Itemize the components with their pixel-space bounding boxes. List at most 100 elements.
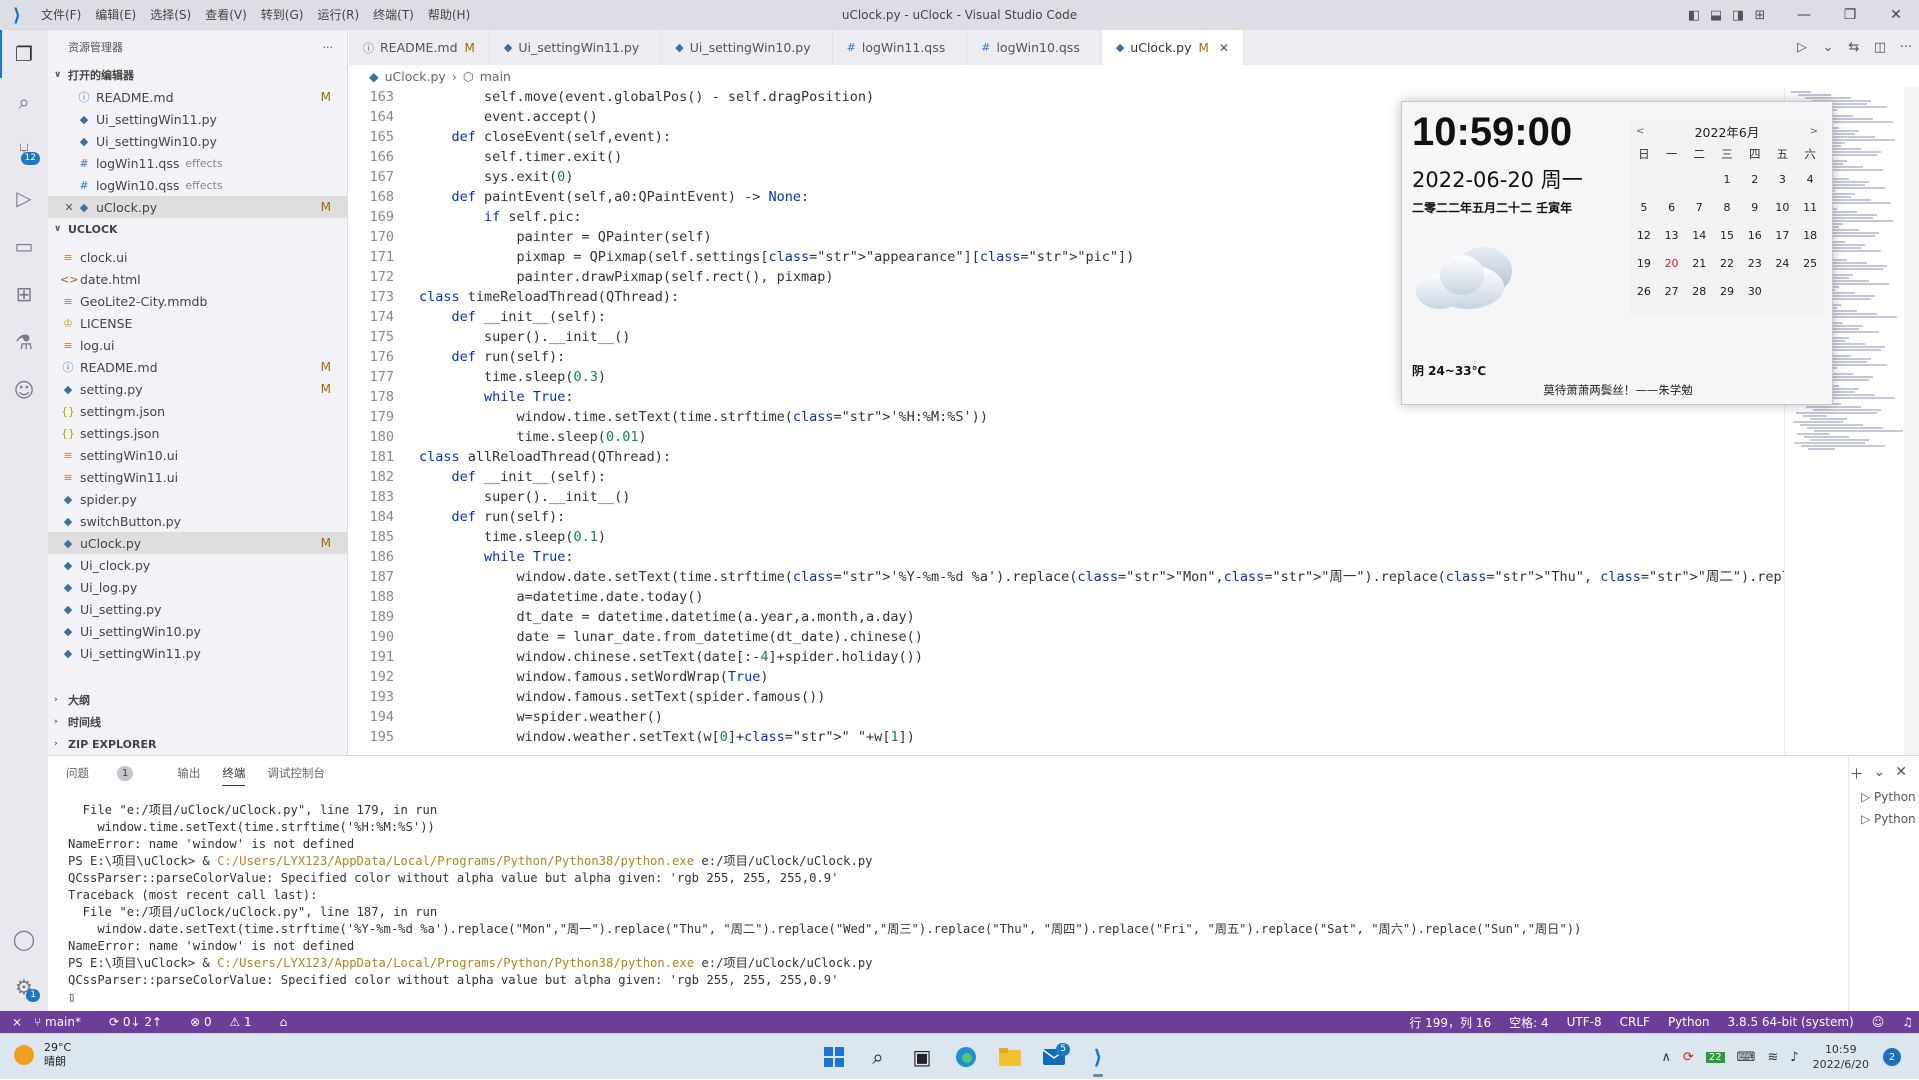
remote-explorer-icon[interactable]: ▭ [0, 222, 48, 270]
file-tree-item[interactable]: <> date.html [48, 268, 347, 290]
file-tree-item[interactable]: ◆ setting.py M [48, 378, 347, 400]
calendar-day[interactable]: 5 [1630, 194, 1658, 222]
open-editor-item[interactable]: ◆ Ui_settingWin11.py [48, 108, 347, 130]
run-file-icon[interactable]: ▷ [1789, 40, 1815, 55]
vscode-logo-icon[interactable]: ⟩ [0, 0, 34, 30]
code-line[interactable]: window.chinese.setText(date[:-4]+spider.… [419, 647, 1784, 667]
tray-badge-icon[interactable]: 22 [1705, 1051, 1725, 1063]
close-window-button[interactable]: ✕ [1873, 0, 1919, 30]
calendar-day[interactable]: 24 [1769, 250, 1797, 278]
toggle-panel-icon[interactable]: ⬓ [1705, 8, 1727, 23]
tab-terminal[interactable]: 终端 [222, 765, 246, 786]
open-editor-item[interactable]: ◆ Ui_settingWin10.py [48, 130, 347, 152]
calendar-day[interactable]: 30 [1741, 278, 1769, 306]
branch-status[interactable]: ⑂ main* [34, 1015, 95, 1029]
extensions-icon[interactable]: ⊞ [0, 270, 48, 318]
customize-layout-icon[interactable]: ⊞ [1749, 8, 1771, 23]
calendar-day[interactable]: 4 [1796, 166, 1824, 194]
manage-gear-icon[interactable]: ⚙ 1 [0, 963, 48, 1011]
open-editors-section[interactable]: ∨ 打开的编辑器 [48, 64, 347, 86]
file-tree-item[interactable]: ◆ Ui_clock.py [48, 554, 347, 576]
code-line[interactable]: class allReloadThread(QThread): [419, 447, 1784, 467]
menu-run[interactable]: 运行(R) [310, 0, 366, 30]
editor-tab[interactable]: ◆ uClock.py M ✕ [1101, 30, 1244, 65]
wifi-icon[interactable]: ≋ [1767, 1050, 1778, 1065]
terminal-item[interactable]: ▷ Python [1861, 812, 1916, 826]
split-editor-icon[interactable]: ◫ [1867, 40, 1893, 55]
code-line[interactable]: window.weather.setText(w[0]+class="str">… [419, 727, 1784, 747]
editor-scrollbar[interactable] [1904, 87, 1919, 755]
file-tree-item[interactable]: {} settings.json [48, 422, 347, 444]
explorer-more-icon[interactable]: ··· [323, 41, 334, 54]
menu-selection[interactable]: 选择(S) [143, 0, 198, 30]
tab-problems[interactable]: 问题 1 [66, 765, 155, 781]
file-tree-item[interactable]: ⓘ README.md M [48, 356, 347, 378]
indentation[interactable]: 空格: 4 [1509, 1014, 1549, 1031]
search-icon[interactable]: ⌕ [0, 78, 48, 126]
explorer-icon[interactable]: ❐ [0, 30, 48, 78]
uclock-window[interactable]: 10:59:00 2022-06-20 周一 二零二二年五月二十二 壬寅年 阴 … [1401, 101, 1833, 405]
editor-tab[interactable]: # logWin11.qss [833, 30, 968, 65]
notifications-bell-icon[interactable]: ♫ [1902, 1015, 1913, 1029]
file-tree-item[interactable]: ◆ switchButton.py [48, 510, 347, 532]
open-editor-item[interactable]: # logWin10.qss effects [48, 174, 347, 196]
cursor-position[interactable]: 行 199，列 16 [1409, 1014, 1491, 1031]
home-icon[interactable]: ⌂ [280, 1015, 288, 1029]
task-view-icon[interactable]: ▣ [900, 1034, 944, 1080]
run-debug-icon[interactable]: ▷ [0, 174, 48, 222]
file-tree-item[interactable]: ◆ uClock.py M [48, 532, 347, 554]
file-tree-item[interactable]: ≡ log.ui [48, 334, 347, 356]
volume-icon[interactable]: ♪ [1790, 1050, 1798, 1065]
code-line[interactable]: time.sleep(0.1) [419, 527, 1784, 547]
feedback-icon[interactable]: ☺ [1872, 1015, 1885, 1029]
code-line[interactable]: super().__init__() [419, 487, 1784, 507]
terminal-output[interactable]: File "e:/项目/uClock/uClock.py", line 179,… [68, 802, 1838, 1006]
code-line[interactable]: while True: [419, 547, 1784, 567]
close-tab-icon[interactable]: ✕ [1219, 41, 1229, 55]
calendar-day[interactable]: 10 [1769, 194, 1797, 222]
taskbar-clock[interactable]: 10:59 2022/6/20 [1813, 1042, 1869, 1072]
code-line[interactable]: window.date.setText(time.strftime(class=… [419, 567, 1784, 587]
file-tree-item[interactable]: ≡ settingWin11.ui [48, 466, 347, 488]
calendar-prev-button[interactable]: < [1636, 126, 1644, 137]
menu-edit[interactable]: 编辑(E) [88, 0, 143, 30]
account-icon[interactable]: ◯ [0, 915, 48, 963]
mail-icon[interactable]: 5 [1032, 1034, 1076, 1080]
language-mode[interactable]: Python [1668, 1015, 1710, 1029]
calendar-day[interactable]: 22 [1713, 250, 1741, 278]
sync-status[interactable]: ⟳ 0↓ 2↑ [109, 1015, 176, 1029]
run-dropdown-icon[interactable]: ⌄ [1815, 40, 1841, 55]
calendar-day[interactable]: 14 [1685, 222, 1713, 250]
file-tree-item[interactable]: ♔ LICENSE [48, 312, 347, 334]
code-line[interactable]: dt_date = datetime.datetime(a.year,a.mon… [419, 607, 1784, 627]
vscode-taskbar-icon[interactable]: ⟩ [1076, 1034, 1120, 1080]
folder-section[interactable]: ∨ UCLOCK [48, 218, 347, 240]
line-ending[interactable]: CRLF [1620, 1015, 1650, 1029]
calendar-day[interactable]: 6 [1658, 194, 1686, 222]
file-tree-item[interactable]: ◆ Ui_settingWin10.py [48, 620, 347, 642]
notification-badge[interactable]: 2 [1883, 1048, 1901, 1066]
calendar-day[interactable]: 16 [1741, 222, 1769, 250]
start-windows-icon[interactable] [812, 1034, 856, 1080]
calendar-day[interactable]: 3 [1769, 166, 1797, 194]
calendar-day[interactable]: 19 [1630, 250, 1658, 278]
calendar-day[interactable]: 11 [1796, 194, 1824, 222]
outline-section[interactable]: › 大纲 [48, 689, 348, 711]
open-editor-item[interactable]: ✕ ◆ uClock.py M [48, 196, 347, 218]
menu-view[interactable]: 查看(V) [198, 0, 254, 30]
calendar-day[interactable]: 7 [1685, 194, 1713, 222]
editor-tab[interactable]: # logWin10.qss [967, 30, 1102, 65]
close-icon[interactable]: ✕ [62, 201, 76, 214]
calendar-day[interactable]: 2 [1741, 166, 1769, 194]
remote-icon[interactable]: ⨯ [0, 1011, 34, 1033]
code-line[interactable]: def __init__(self): [419, 467, 1784, 487]
edge-browser-icon[interactable] [944, 1034, 988, 1080]
code-line[interactable]: window.famous.setText(spider.famous()) [419, 687, 1784, 707]
calendar-day[interactable]: 17 [1769, 222, 1797, 250]
calendar-day[interactable]: 9 [1741, 194, 1769, 222]
menu-terminal[interactable]: 终端(T) [366, 0, 421, 30]
chevron-up-icon[interactable]: ∧ [1661, 1050, 1671, 1065]
file-tree-item[interactable]: ◆ Ui_log.py [48, 576, 347, 598]
calendar-day[interactable]: 1 [1713, 166, 1741, 194]
python-interpreter[interactable]: 3.8.5 64-bit (system) [1728, 1015, 1854, 1029]
